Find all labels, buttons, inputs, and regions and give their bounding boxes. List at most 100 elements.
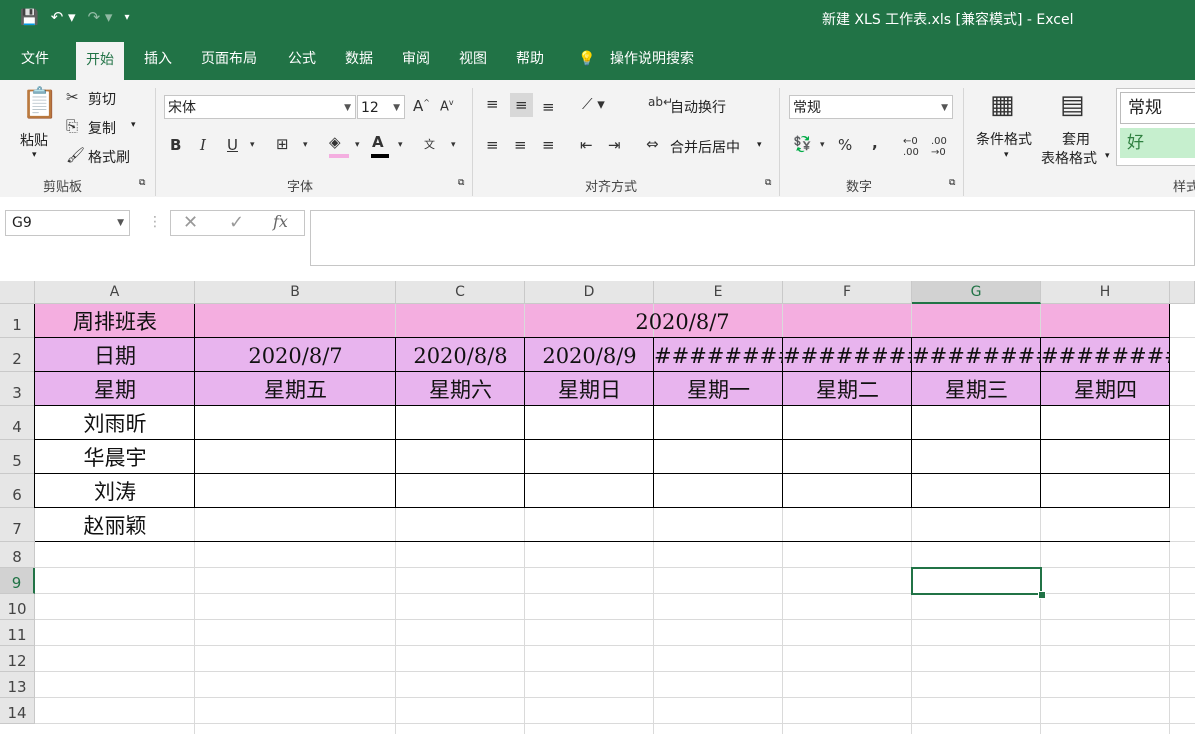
tab-page-layout[interactable]: 页面布局 xyxy=(201,38,257,80)
font-name-box[interactable]: 宋体 ▼ xyxy=(164,95,356,119)
row-header[interactable]: 6 xyxy=(0,474,35,508)
cell-name[interactable]: 华晨宇 xyxy=(35,440,195,474)
format-table-button[interactable]: 表格格式 xyxy=(1041,148,1097,168)
underline-dropdown-icon[interactable]: ▾ xyxy=(250,140,255,150)
column-header[interactable]: F xyxy=(783,281,912,304)
style-good[interactable]: 好 xyxy=(1120,128,1195,158)
tab-file[interactable]: 文件 xyxy=(21,38,49,80)
cell-r3[interactable]: 星期日 xyxy=(525,372,654,406)
orientation-icon[interactable]: ⟋ ▾ xyxy=(582,95,605,113)
paste-dropdown-icon[interactable]: ▾ xyxy=(32,150,37,160)
tab-view[interactable]: 视图 xyxy=(459,38,487,80)
style-normal[interactable]: 常规 xyxy=(1120,92,1195,124)
increase-decimal-icon[interactable]: ←0.00 xyxy=(903,136,919,158)
row-header[interactable]: 8 xyxy=(0,542,35,568)
font-launcher-icon[interactable]: ⧉ xyxy=(458,178,464,188)
row-header[interactable]: 10 xyxy=(0,594,35,620)
merge-center-button[interactable]: 合并后居中 xyxy=(670,137,740,157)
cell-r3[interactable]: 星期三 xyxy=(912,372,1041,406)
tab-formulas[interactable]: 公式 xyxy=(288,38,316,80)
row-header[interactable]: 2 xyxy=(0,338,35,372)
column-header[interactable]: H xyxy=(1041,281,1170,304)
alignment-launcher-icon[interactable]: ⧉ xyxy=(765,178,771,188)
decrease-decimal-icon[interactable]: .00 →0 xyxy=(931,136,947,158)
border-icon[interactable]: ⊞ xyxy=(276,135,289,153)
decrease-indent-icon[interactable]: ⇤ xyxy=(580,136,593,154)
row-header[interactable]: 12 xyxy=(0,646,35,672)
column-header[interactable]: G xyxy=(912,281,1041,304)
cut-button[interactable]: 剪切 xyxy=(88,89,116,109)
align-top-icon[interactable]: ≡ xyxy=(486,95,499,113)
drag-handle-icon[interactable]: ⋮ xyxy=(148,214,162,230)
row-header[interactable]: 4 xyxy=(0,406,35,440)
align-bottom-icon[interactable]: ≡ xyxy=(542,98,555,116)
active-cell-selection[interactable] xyxy=(911,567,1042,595)
comma-button[interactable]: , xyxy=(872,134,878,152)
phonetic-dropdown-icon[interactable]: ▾ xyxy=(451,140,456,150)
shrink-font-icon[interactable]: Av xyxy=(440,98,454,114)
format-painter-button[interactable]: 格式刷 xyxy=(88,147,130,167)
fill-color-icon[interactable]: ◈ xyxy=(329,133,349,158)
row-header[interactable]: 7 xyxy=(0,508,35,542)
redo-icon[interactable]: ↷ ▾ xyxy=(88,8,113,26)
cell-styles-gallery[interactable]: 常规 好 xyxy=(1116,88,1195,166)
grow-font-icon[interactable]: A^ xyxy=(413,97,430,115)
cell-r2[interactable]: ######## xyxy=(783,338,912,372)
cell-r2[interactable]: 2020/8/9 xyxy=(525,338,654,372)
undo-icon[interactable]: ↶ ▾ xyxy=(51,8,76,26)
currency-icon[interactable]: 💱 xyxy=(793,135,812,153)
tab-home[interactable]: 开始 xyxy=(76,42,124,80)
cell-r3[interactable]: 星期一 xyxy=(654,372,783,406)
merge-dropdown-icon[interactable]: ▾ xyxy=(757,140,762,150)
row-header[interactable]: 13 xyxy=(0,672,35,698)
font-size-box[interactable]: 12 ▼ xyxy=(357,95,405,119)
align-right-icon[interactable]: ≡ xyxy=(542,136,555,154)
column-header[interactable]: C xyxy=(396,281,525,304)
conditional-format-button[interactable]: 条件格式 xyxy=(976,129,1032,149)
align-middle-icon[interactable]: ≡ xyxy=(510,93,533,117)
save-icon[interactable]: 💾 xyxy=(20,8,39,26)
cell-B1-merged[interactable]: 2020/8/7 xyxy=(195,304,1170,338)
row-header[interactable]: 9 xyxy=(0,568,35,594)
align-center-icon[interactable]: ≡ xyxy=(514,136,527,154)
cell-r3[interactable]: 星期五 xyxy=(195,372,396,406)
percent-button[interactable]: % xyxy=(838,136,852,154)
row-header[interactable]: 11 xyxy=(0,620,35,646)
column-header[interactable]: A xyxy=(35,281,195,304)
table-dropdown-icon[interactable]: ▾ xyxy=(1105,151,1110,161)
currency-dropdown-icon[interactable]: ▾ xyxy=(820,140,825,150)
number-launcher-icon[interactable]: ⧉ xyxy=(949,178,955,188)
font-color-dropdown-icon[interactable]: ▾ xyxy=(398,140,403,150)
number-format-box[interactable]: 常规 ▼ xyxy=(789,95,953,119)
column-header[interactable]: D xyxy=(525,281,654,304)
formula-input[interactable] xyxy=(310,210,1195,266)
column-header[interactable]: E xyxy=(654,281,783,304)
increase-indent-icon[interactable]: ⇥ xyxy=(608,136,621,154)
paste-icon[interactable]: 📋 xyxy=(21,86,58,121)
cell-name[interactable]: 刘雨昕 xyxy=(35,406,195,440)
cond-dropdown-icon[interactable]: ▾ xyxy=(1004,150,1009,160)
clipboard-launcher-icon[interactable]: ⧉ xyxy=(139,178,145,188)
cell-name[interactable]: 刘涛 xyxy=(35,474,195,508)
align-left-icon[interactable]: ≡ xyxy=(486,136,499,154)
cell-r3[interactable]: 星期四 xyxy=(1041,372,1170,406)
row-header[interactable]: 1 xyxy=(0,304,35,338)
format-table-line1[interactable]: 套用 xyxy=(1062,129,1090,149)
underline-button[interactable]: U xyxy=(227,136,238,154)
copy-dropdown-icon[interactable]: ▾ xyxy=(131,120,136,130)
name-box[interactable]: G9 ▼ xyxy=(5,210,130,236)
row-header[interactable]: 14 xyxy=(0,698,35,724)
paste-button[interactable]: 粘贴 xyxy=(20,130,48,150)
cell-r2[interactable]: ######## xyxy=(1041,338,1170,372)
insert-function-icon[interactable]: fx xyxy=(273,212,288,231)
column-header[interactable]: B xyxy=(195,281,396,304)
fill-handle[interactable] xyxy=(1038,591,1046,599)
cell-A1[interactable]: 周排班表 xyxy=(35,304,195,338)
cell-r2[interactable]: 2020/8/8 xyxy=(396,338,525,372)
font-color-icon[interactable]: A xyxy=(371,133,389,158)
tab-data[interactable]: 数据 xyxy=(345,38,373,80)
bold-button[interactable]: B xyxy=(170,136,181,154)
select-all-corner[interactable] xyxy=(0,281,35,304)
tab-insert[interactable]: 插入 xyxy=(144,38,172,80)
fill-dropdown-icon[interactable]: ▾ xyxy=(355,140,360,150)
